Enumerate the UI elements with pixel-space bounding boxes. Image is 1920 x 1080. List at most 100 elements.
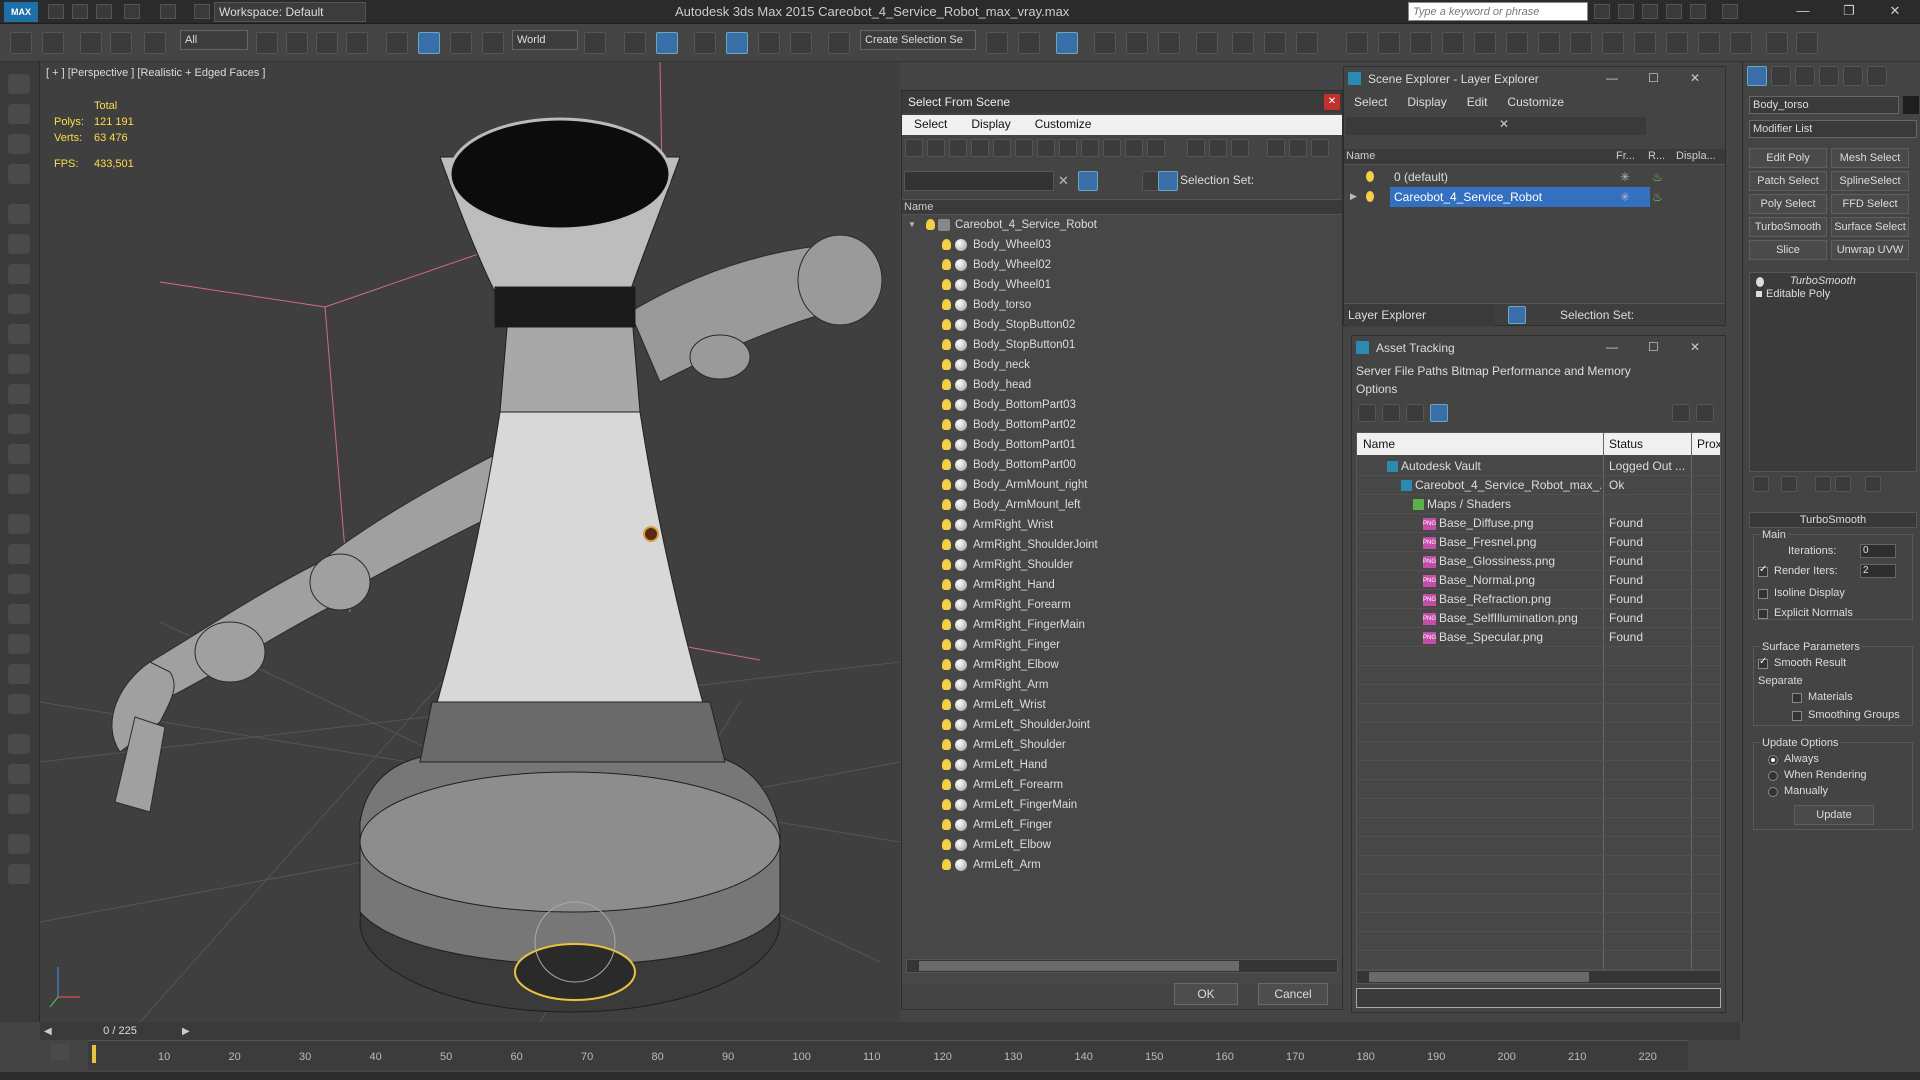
explorer-type-dropdown[interactable]: Layer Explorer — [1348, 304, 1494, 326]
material-sphere-icon[interactable] — [8, 734, 30, 754]
particles-icon[interactable] — [8, 514, 30, 534]
systems-icon[interactable] — [8, 264, 30, 284]
time-slider-frame[interactable]: 0 / 225 — [60, 1024, 180, 1038]
bulb-icon[interactable] — [942, 759, 951, 770]
invert-selection-icon[interactable] — [1231, 139, 1249, 157]
collapse-arrow-icon[interactable]: ▼ — [908, 215, 916, 235]
vray-light-icon[interactable] — [1346, 32, 1368, 54]
undo-icon[interactable] — [10, 32, 32, 54]
filter-lights-icon[interactable] — [949, 139, 967, 157]
col-status[interactable]: Status — [1609, 433, 1643, 455]
unlink-icon[interactable] — [110, 32, 132, 54]
help-icon[interactable] — [1672, 404, 1690, 422]
bulb-icon[interactable] — [942, 659, 951, 670]
scene-object-row[interactable]: Body_StopButton01 — [902, 335, 1342, 355]
link-icon[interactable] — [80, 32, 102, 54]
scene-object-row[interactable]: ArmRight_Elbow — [902, 655, 1342, 675]
bulb-icon[interactable] — [942, 399, 951, 410]
bulb-icon[interactable] — [1366, 191, 1374, 202]
bulb-icon[interactable] — [942, 259, 951, 270]
vray-material-icon[interactable] — [1602, 32, 1624, 54]
scene-object-row[interactable]: Body_neck — [902, 355, 1342, 375]
minimize-icon[interactable]: — — [1794, 3, 1812, 19]
place-icon[interactable] — [482, 32, 504, 54]
redo-icon[interactable] — [160, 4, 176, 19]
asset-row[interactable]: PNG Base_Refraction.png Found — [1357, 590, 1720, 609]
settings-gear-icon[interactable] — [8, 604, 30, 624]
modifier-button[interactable]: Surface Select — [1831, 217, 1909, 237]
edit-named-sets-icon[interactable] — [828, 32, 850, 54]
bulb-icon[interactable] — [942, 339, 951, 350]
perspective-viewport[interactable]: [ + ] [Perspective ] [Realistic + Edged … — [40, 62, 900, 1022]
scene-object-row[interactable]: ArmLeft_Hand — [902, 755, 1342, 775]
modifier-button[interactable]: Poly Select — [1749, 194, 1827, 214]
filter-geometry-icon[interactable] — [905, 139, 923, 157]
vray-sphere-icon[interactable] — [1538, 32, 1560, 54]
when-rendering-radio[interactable] — [1768, 771, 1778, 781]
angle-snap-icon[interactable] — [726, 32, 748, 54]
bulb-icon[interactable] — [942, 539, 951, 550]
scene-object-row[interactable]: ArmLeft_ShoulderJoint — [902, 715, 1342, 735]
close-icon[interactable]: ✕ — [1690, 71, 1700, 85]
menu-customize[interactable]: Customize — [1497, 93, 1574, 111]
render-setup-icon[interactable] — [1232, 32, 1254, 54]
bulb-icon[interactable] — [942, 299, 951, 310]
app-logo-icon[interactable]: MAX — [4, 2, 38, 22]
manually-radio[interactable] — [1768, 787, 1778, 797]
scene-object-row[interactable]: Body_Wheel01 — [902, 275, 1342, 295]
exchange-icon[interactable] — [1642, 4, 1658, 19]
layer-row-selected[interactable]: Careobot_4_Service_Robot — [1390, 187, 1650, 207]
col-render[interactable]: R... — [1648, 149, 1665, 164]
filter-shapes-icon[interactable] — [927, 139, 945, 157]
scene-object-row[interactable]: ArmRight_Finger — [902, 635, 1342, 655]
vray-sun-icon[interactable] — [1378, 32, 1400, 54]
menu-edit[interactable]: Edit — [1457, 93, 1498, 111]
bulb-icon[interactable] — [942, 279, 951, 290]
vray-toolbar-icon[interactable] — [1698, 32, 1720, 54]
bulb-icon[interactable] — [942, 619, 951, 630]
column-header-name[interactable]: Name — [902, 199, 1342, 215]
ok-button[interactable]: OK — [1174, 983, 1238, 1005]
iterations-spinner[interactable]: 0 — [1860, 544, 1896, 558]
always-radio[interactable] — [1768, 755, 1778, 765]
spacewarps-icon[interactable] — [8, 234, 30, 254]
panel-icon[interactable] — [8, 834, 30, 854]
bulb-icon[interactable] — [926, 219, 935, 230]
menu-select[interactable]: Select — [902, 115, 959, 133]
spinner-snap-icon[interactable] — [790, 32, 812, 54]
menu-row-1[interactable]: Server File Paths Bitmap Performance and… — [1356, 362, 1725, 380]
binoculars-icon[interactable] — [1594, 4, 1610, 19]
scene-object-row[interactable]: Body_BottomPart00 — [902, 455, 1342, 475]
filter-funnel-icon[interactable] — [1078, 171, 1098, 191]
sun-icon[interactable] — [8, 444, 30, 464]
render-icon[interactable] — [8, 764, 30, 784]
scene-object-row[interactable]: Body_BottomPart03 — [902, 395, 1342, 415]
bulb-icon[interactable] — [942, 579, 951, 590]
stack-item-turbosmooth[interactable]: TurboSmooth — [1790, 275, 1856, 287]
asset-row[interactable]: PNG Base_Normal.png Found — [1357, 571, 1720, 590]
close-icon[interactable]: ✕ — [1886, 3, 1904, 19]
col-name[interactable]: Name — [1363, 433, 1395, 455]
create-lights-icon[interactable] — [8, 134, 30, 154]
asset-row[interactable]: Maps / Shaders — [1357, 495, 1720, 514]
maximize-icon[interactable]: ❐ — [1840, 3, 1858, 19]
modifier-button[interactable]: Patch Select — [1749, 171, 1827, 191]
tools-icon[interactable] — [1618, 4, 1634, 19]
modifier-button[interactable]: Edit Poly — [1749, 148, 1827, 168]
vray-proxy-icon[interactable] — [1474, 32, 1496, 54]
smoothing-groups-checkbox[interactable] — [1792, 711, 1802, 721]
hf-icon[interactable] — [8, 664, 30, 684]
helpers-icon[interactable] — [8, 204, 30, 224]
rotate-icon[interactable] — [418, 32, 440, 54]
stack-item-editable-poly[interactable]: Editable Poly — [1766, 288, 1830, 300]
bulb-icon[interactable] — [942, 859, 951, 870]
mass-fx-icon[interactable] — [8, 694, 30, 714]
freeze-icon[interactable]: ✳ — [1620, 167, 1630, 187]
help-icon[interactable] — [1722, 4, 1738, 19]
filter-helpers-icon[interactable] — [993, 139, 1011, 157]
create-geometry-icon[interactable] — [8, 74, 30, 94]
selection-set-icon[interactable] — [1158, 171, 1178, 191]
scene-object-row[interactable]: Body_torso — [902, 295, 1342, 315]
rendered-frame-icon[interactable] — [1264, 32, 1286, 54]
pivot-center-icon[interactable] — [584, 32, 606, 54]
